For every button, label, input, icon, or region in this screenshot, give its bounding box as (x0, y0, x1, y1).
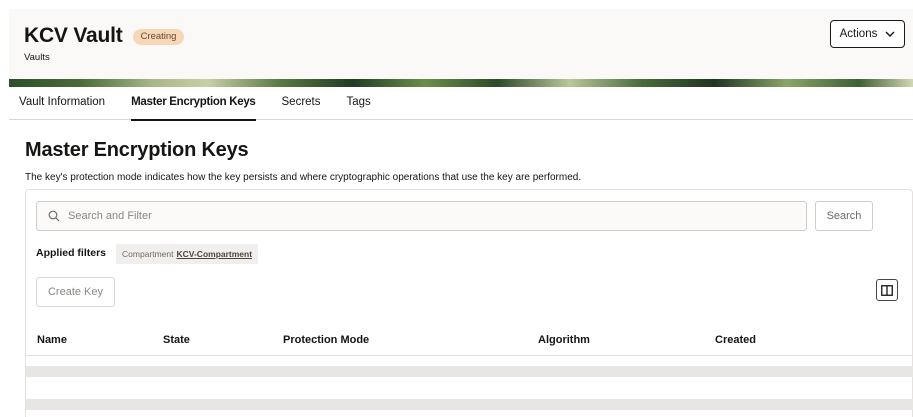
status-badge: Creating (132, 29, 185, 45)
tab-bar: Vault Information Master Encryption Keys… (9, 87, 913, 121)
applied-filters-label: Applied filters (36, 247, 107, 259)
manage-columns-button[interactable] (876, 279, 898, 301)
filter-chip-name: Compartment (122, 249, 174, 259)
chevron-down-icon (885, 31, 895, 37)
breadcrumb-vaults[interactable]: Vaults (24, 52, 50, 63)
filter-chip-value[interactable]: KCV-Compartment (177, 249, 253, 259)
tab-vault-information[interactable]: Vault Information (19, 87, 105, 120)
section-title: Master Encryption Keys (25, 139, 249, 161)
table-header: Name State Protection Mode Algorithm Cre… (26, 326, 912, 356)
title-row: KCV Vault Creating (24, 24, 185, 48)
column-header-state[interactable]: State (163, 334, 190, 346)
page-title: KCV Vault (24, 24, 123, 47)
loading-skeleton-row (26, 366, 913, 377)
actions-button[interactable]: Actions (830, 20, 905, 48)
column-header-name[interactable]: Name (37, 334, 67, 346)
column-header-protection-mode[interactable]: Protection Mode (283, 334, 369, 346)
tab-secrets[interactable]: Secrets (282, 87, 321, 120)
search-input[interactable] (68, 210, 768, 222)
decorative-banner (9, 79, 913, 87)
filter-chip-compartment[interactable]: Compartment KCV-Compartment (116, 244, 259, 264)
columns-icon (881, 284, 893, 296)
search-button[interactable]: Search (815, 201, 873, 231)
search-field[interactable] (36, 201, 807, 231)
loading-skeleton-row (26, 399, 913, 410)
column-header-created[interactable]: Created (715, 334, 756, 346)
section-description: The key's protection mode indicates how … (25, 172, 582, 183)
tab-master-encryption-keys[interactable]: Master Encryption Keys (131, 87, 256, 121)
tab-tags[interactable]: Tags (347, 87, 371, 120)
column-header-algorithm[interactable]: Algorithm (538, 334, 590, 346)
actions-button-label: Actions (839, 28, 878, 40)
search-icon (48, 210, 60, 222)
create-key-button[interactable]: Create Key (36, 277, 115, 307)
